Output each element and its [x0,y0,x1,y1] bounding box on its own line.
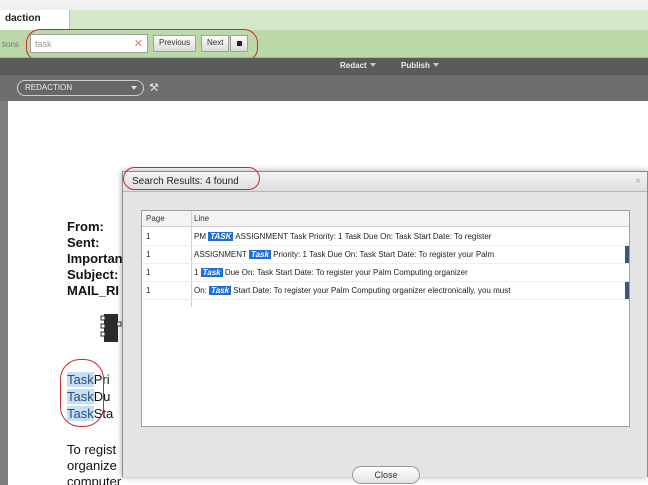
task-line-rest: Pri [93,372,110,387]
stop-icon [237,41,242,46]
tab-strip-fill [70,10,648,30]
row-line-before: On: [194,286,210,295]
previous-button[interactable]: Previous [153,35,197,52]
row-line: On: Task Start Date: To register your Pa… [194,286,510,295]
tab-redaction[interactable]: daction [0,10,70,30]
body-line: To regist [67,442,117,457]
table-row[interactable]: 1 ASSIGNMENT Task Priority: 1 Task Due O… [142,246,629,264]
task-line-rest: Du [93,389,111,404]
task-highlight[interactable]: Task [67,372,94,387]
chevron-down-icon [131,86,137,90]
tab-label: daction [5,13,41,24]
close-icon[interactable]: × [635,176,641,187]
header-label-subject: Subject: [67,267,119,282]
keyword-highlight: Task [200,268,223,277]
chevron-down-icon [369,63,376,67]
find-input-box: ✕ [30,34,148,53]
chevron-down-icon [432,63,439,67]
row-line-after: Due On: Task Start Date: To register you… [222,268,468,277]
mode-select[interactable]: REDACTION [17,80,144,96]
keyword-highlight: TASK [208,232,234,241]
dialog-body: Page Line 1 PM TASK ASSIGNMENT Task Prio… [123,192,647,484]
search-results-dialog: Search Results: 4 found × Page Line 1 PM… [122,171,648,484]
column-header-line[interactable]: Line [194,214,209,223]
task-line: TaskPri [67,372,110,387]
row-line-after: Priority: 1 Task Due On: Task Start Date… [270,250,495,259]
results-header: Page Line [142,211,629,227]
publish-menu-label: Publish [401,61,430,70]
keyword-highlight: Task [248,250,271,259]
header-label-from: From: [67,219,104,234]
results-table: Page Line 1 PM TASK ASSIGNMENT Task Prio… [141,210,630,427]
wrench-icon[interactable]: ⚒ [149,81,159,94]
header-label-importance: Importan [67,251,123,266]
keyword-highlight: Task [209,286,232,295]
row-page: 1 [146,268,151,277]
document-toolbar: REDACTION ⚒ [0,75,648,101]
header-label-mail: MAIL_RI [67,283,119,298]
row-marker [625,246,629,263]
attachment-icon [100,314,122,342]
dialog-title-bar[interactable]: Search Results: 4 found × [123,172,647,192]
body-line: organize [67,458,117,473]
redact-menu[interactable]: Redact [340,61,376,70]
close-icon[interactable]: ✕ [134,37,143,50]
row-marker [625,282,629,299]
redact-menu-label: Redact [340,61,367,70]
mode-select-value: REDACTION [25,83,73,92]
close-button[interactable]: Close [352,466,420,484]
task-highlight[interactable]: Task [67,389,94,404]
task-highlight[interactable]: Task [67,406,94,421]
task-line-rest: Sta [93,406,114,421]
column-header-page[interactable]: Page [146,214,165,223]
row-line-after: Start Date: To register your Palm Comput… [231,286,511,295]
table-row[interactable]: 1 PM TASK ASSIGNMENT Task Priority: 1 Ta… [142,228,629,246]
header-label-sent: Sent: [67,235,100,250]
task-line: TaskSta [67,406,113,421]
task-line: TaskDu [67,389,110,404]
row-line: 1 Task Due On: Task Start Date: To regis… [194,268,468,277]
row-page: 1 [146,286,151,295]
row-line-before: PM [194,232,209,241]
find-bar: tions ✕ Previous Next [0,30,648,58]
tab-strip: daction [0,0,648,30]
row-page: 1 [146,250,151,259]
row-page: 1 [146,232,151,241]
publish-menu[interactable]: Publish [401,61,439,70]
row-line-before: 1 [194,268,201,277]
stop-button[interactable] [230,35,248,52]
next-button[interactable]: Next [201,35,230,52]
row-line: PM TASK ASSIGNMENT Task Priority: 1 Task… [194,232,491,241]
row-line: ASSIGNMENT Task Priority: 1 Task Due On:… [194,250,494,259]
find-bar-label: tions [2,40,19,49]
dialog-title: Search Results: 4 found [132,176,239,187]
find-input[interactable] [35,37,125,50]
table-row[interactable]: 1 1 Task Due On: Task Start Date: To reg… [142,264,629,282]
menu-band: Redact Publish [0,58,648,75]
row-line-before: ASSIGNMENT [194,250,249,259]
table-row[interactable]: 1 On: Task Start Date: To register your … [142,282,629,300]
row-line-after: ASSIGNMENT Task Priority: 1 Task Due On:… [233,232,492,241]
body-line: computer [67,474,122,485]
